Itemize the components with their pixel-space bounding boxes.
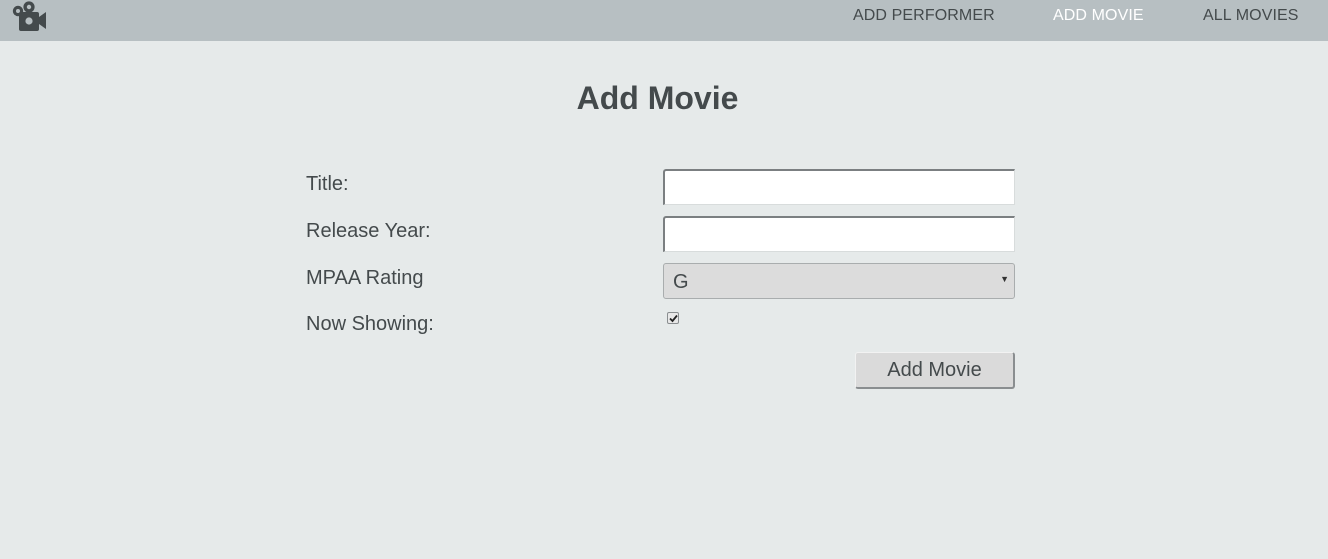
mpaa-rating-label: MPAA Rating bbox=[306, 267, 424, 289]
nav-add-performer[interactable]: ADD PERFORMER bbox=[853, 7, 995, 25]
top-navbar: ADD PERFORMER ADD MOVIE ALL MOVIES bbox=[0, 0, 1328, 41]
mpaa-rating-select[interactable]: G ▼ bbox=[663, 263, 1015, 299]
nav-add-movie[interactable]: ADD MOVIE bbox=[1053, 7, 1144, 25]
now-showing-checkbox[interactable] bbox=[667, 312, 679, 324]
release-year-label: Release Year: bbox=[306, 220, 431, 242]
now-showing-label: Now Showing: bbox=[306, 313, 434, 335]
page-title: Add Movie bbox=[576, 80, 739, 116]
movie-camera-icon[interactable] bbox=[11, 0, 47, 32]
checkmark-icon bbox=[669, 314, 678, 323]
title-label: Title: bbox=[306, 173, 349, 195]
nav-all-movies[interactable]: ALL MOVIES bbox=[1203, 7, 1299, 25]
title-input[interactable] bbox=[663, 169, 1015, 205]
release-year-input[interactable] bbox=[663, 216, 1015, 252]
add-movie-button[interactable]: Add Movie bbox=[855, 352, 1015, 389]
chevron-down-icon: ▼ bbox=[1000, 274, 1009, 284]
mpaa-rating-selected-value: G bbox=[673, 271, 689, 293]
